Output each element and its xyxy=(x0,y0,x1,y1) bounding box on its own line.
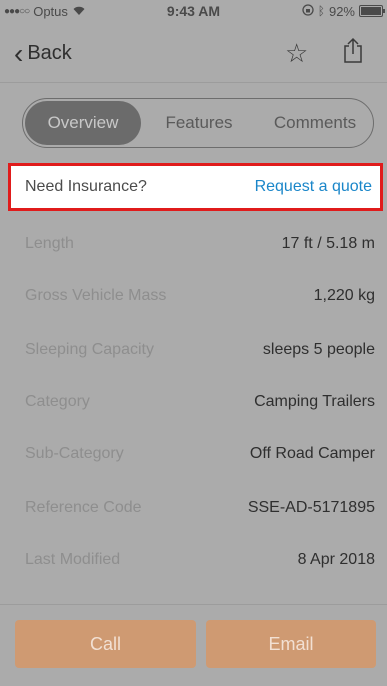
tab-comments[interactable]: Comments xyxy=(257,113,373,133)
segmented-tabs: Overview Features Comments xyxy=(22,98,374,148)
battery-percent: 92% xyxy=(328,3,355,19)
detail-key: Length xyxy=(25,234,74,252)
status-left: ●●●○○ Optus xyxy=(4,4,86,19)
carrier-label: Optus xyxy=(33,3,68,19)
insurance-label: Need Insurance? xyxy=(25,178,147,195)
status-bar: ●●●○○ Optus 9:43 AM ᛒ 92% xyxy=(0,0,387,22)
request-quote-link[interactable]: Request a quote xyxy=(255,178,372,196)
back-button[interactable]: ‹ Back xyxy=(14,37,72,69)
detail-row-category: Category Camping Trailers xyxy=(0,374,387,429)
detail-value: SSE-AD-5171895 xyxy=(247,498,375,516)
detail-value: Off Road Camper xyxy=(249,444,375,462)
nav-bar: ‹ Back ☆ xyxy=(0,22,387,82)
detail-value: 1,220 kg xyxy=(313,286,375,304)
bluetooth-icon: ᛒ xyxy=(317,4,325,18)
detail-key: Category xyxy=(25,392,90,410)
nav-divider xyxy=(0,82,387,83)
call-button[interactable]: Call xyxy=(15,620,196,668)
detail-value: 17 ft / 5.18 m xyxy=(281,234,375,252)
email-button[interactable]: Email xyxy=(206,620,376,668)
detail-row-reference-code: Reference Code SSE-AD-5171895 xyxy=(0,480,387,535)
detail-key: Reference Code xyxy=(25,498,142,516)
orientation-lock-icon xyxy=(302,3,314,19)
detail-key: Sleeping Capacity xyxy=(25,340,154,358)
detail-value: sleeps 5 people xyxy=(262,340,375,358)
share-icon[interactable] xyxy=(343,37,363,68)
detail-key: Last Modified xyxy=(25,550,121,568)
insurance-row: Need Insurance? Request a quote xyxy=(8,163,383,211)
tab-overview[interactable]: Overview xyxy=(25,101,141,145)
tab-features[interactable]: Features xyxy=(141,113,257,133)
detail-row-gross-vehicle-mass: Gross Vehicle Mass 1,220 kg xyxy=(0,268,387,323)
favorite-star-icon[interactable]: ☆ xyxy=(285,40,308,66)
detail-value: Camping Trailers xyxy=(254,392,375,410)
detail-row-length: Length 17 ft / 5.18 m xyxy=(0,216,387,271)
detail-key: Gross Vehicle Mass xyxy=(25,286,167,304)
detail-row-sub-category: Sub-Category Off Road Camper xyxy=(0,426,387,481)
status-right: ᛒ 92% xyxy=(302,3,385,19)
bottom-divider xyxy=(0,604,387,605)
back-label: Back xyxy=(27,42,72,64)
chevron-left-icon: ‹ xyxy=(14,37,24,69)
detail-key: Sub-Category xyxy=(25,444,124,462)
signal-icon: ●●●○○ xyxy=(4,5,30,17)
wifi-icon xyxy=(72,4,86,19)
detail-row-sleeping-capacity: Sleeping Capacity sleeps 5 people xyxy=(0,322,387,377)
detail-value: 8 Apr 2018 xyxy=(297,550,375,568)
detail-row-last-modified: Last Modified 8 Apr 2018 xyxy=(0,532,387,587)
battery-icon xyxy=(359,5,385,17)
